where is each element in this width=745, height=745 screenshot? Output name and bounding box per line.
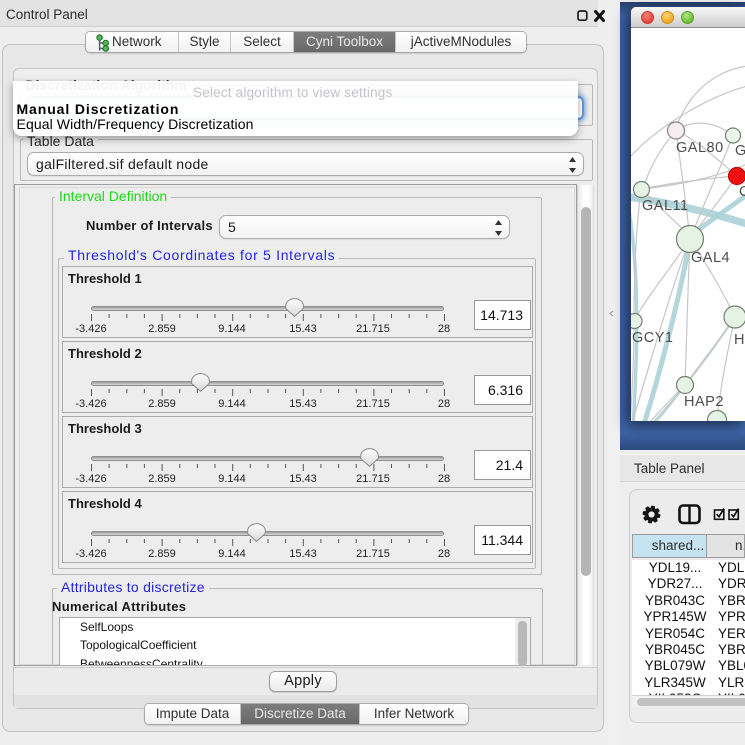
svg-text:C: C (739, 184, 745, 200)
svg-text:G...: G... (735, 143, 745, 159)
svg-text:GAL11: GAL11 (642, 198, 689, 214)
svg-text:HAP2: HAP2 (684, 394, 724, 410)
svg-text:GCY1: GCY1 (632, 330, 674, 346)
svg-text:H: H (734, 332, 745, 348)
svg-text:GAL80: GAL80 (676, 140, 724, 156)
svg-text:GAL4: GAL4 (691, 250, 730, 266)
